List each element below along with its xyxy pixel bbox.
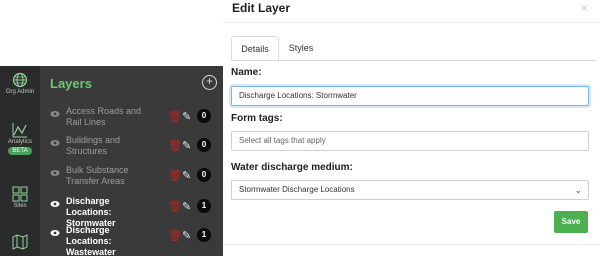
layer-count-badge: 1 [197, 199, 211, 213]
layers-panel: Layers + Access Roads and Rail Lines 🗑 ✎… [40, 66, 223, 256]
eye-icon[interactable] [50, 229, 60, 237]
water-discharge-medium-label: Water discharge medium: [231, 162, 353, 173]
eye-icon[interactable] [50, 169, 60, 177]
name-input[interactable]: Discharge Locations: Stormwater [231, 86, 589, 106]
nav-item-map[interactable] [0, 234, 40, 250]
globe-icon [12, 72, 28, 88]
add-layer-button[interactable]: + [202, 75, 217, 90]
pencil-icon[interactable]: ✎ [182, 139, 191, 152]
layer-name: Access Roads and Rail Lines [66, 106, 142, 127]
layer-item-active[interactable]: Discharge Locations: Wastewater 🗑 ✎ 1 [50, 225, 220, 256]
name-label: Name: [231, 67, 262, 78]
nav-item-analytics[interactable]: Analytics BETA [0, 122, 40, 155]
nav-label-org-admin: Org Admin [5, 89, 35, 95]
layer-item[interactable]: Access Roads and Rail Lines 🗑 ✎ 0 [50, 106, 220, 134]
layer-item[interactable]: Buildings and Structures 🗑 ✎ 0 [50, 135, 220, 163]
layer-name: Discharge Locations: Wastewater [66, 225, 116, 256]
layer-count-badge: 0 [197, 109, 211, 123]
eye-icon[interactable] [50, 200, 60, 208]
layer-count-badge: 0 [197, 168, 211, 182]
layer-count-badge: 1 [197, 228, 211, 242]
nav-label-sites: Sites [13, 203, 27, 209]
nav-label-analytics: Analytics [7, 139, 32, 145]
eye-icon[interactable] [50, 110, 60, 118]
layer-name: Bulk Substance Transfer Areas [66, 165, 129, 186]
layer-item[interactable]: Bulk Substance Transfer Areas 🗑 ✎ 0 [50, 165, 220, 193]
trash-icon[interactable]: 🗑 [168, 139, 182, 152]
layers-title: Layers [50, 76, 92, 91]
chevron-down-icon: ⌄ [574, 185, 582, 195]
nav-item-org-admin[interactable]: Org Admin [0, 72, 40, 95]
layer-item-active[interactable]: Discharge Locations: Stormwater 🗑 ✎ 1 [50, 196, 220, 228]
water-discharge-medium-select[interactable]: Stormwater Discharge Locations ⌄ [231, 180, 589, 200]
eye-icon[interactable] [50, 139, 60, 147]
pencil-icon[interactable]: ✎ [182, 200, 191, 213]
trash-icon[interactable]: 🗑 [168, 169, 182, 182]
plus-circle-icon: + [205, 74, 213, 88]
close-icon[interactable]: × [581, 1, 588, 15]
chart-line-icon [12, 123, 27, 138]
pencil-icon[interactable]: ✎ [182, 169, 191, 182]
divider [223, 22, 600, 23]
trash-icon[interactable]: 🗑 [168, 200, 182, 213]
modal-title: Edit Layer [232, 1, 291, 15]
grid-icon [12, 186, 28, 202]
layer-count-badge: 0 [197, 138, 211, 152]
form-tags-input[interactable]: Select all tags that apply [231, 131, 589, 151]
form-tags-label: Form tags: [231, 113, 283, 124]
save-button[interactable]: Save [554, 211, 588, 233]
tabs-divider [231, 60, 596, 61]
beta-badge: BETA [8, 147, 32, 155]
app-screen: Org Admin Analytics BETA Sites Layers + … [0, 0, 600, 256]
divider [223, 244, 600, 245]
nav-item-sites[interactable]: Sites [0, 186, 40, 209]
layer-name: Buildings and Structures [66, 135, 121, 156]
pencil-icon[interactable]: ✎ [182, 229, 191, 242]
map-icon [12, 234, 28, 250]
tab-details[interactable]: Details [231, 36, 279, 61]
pencil-icon[interactable]: ✎ [182, 110, 191, 123]
tab-styles[interactable]: Styles [281, 36, 321, 61]
trash-icon[interactable]: 🗑 [168, 229, 182, 242]
selected-value: Stormwater Discharge Locations [239, 185, 355, 194]
edit-layer-modal: Edit Layer × Details Styles Name: Discha… [223, 0, 600, 256]
left-nav: Org Admin Analytics BETA Sites [0, 66, 40, 256]
trash-icon[interactable]: 🗑 [168, 110, 182, 123]
